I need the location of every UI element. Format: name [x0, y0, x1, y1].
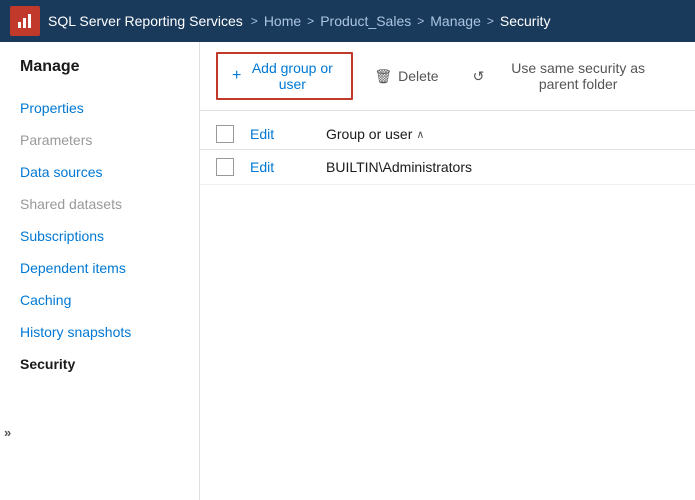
add-group-button[interactable]: + Add group or user [216, 52, 353, 100]
sidebar-item-properties[interactable]: Properties [0, 92, 199, 124]
toolbar: + Add group or user 🗑 Delete ↺ Use same … [200, 42, 695, 111]
group-col-label: Group or user [326, 126, 412, 142]
row-checkbox-0[interactable] [216, 158, 234, 176]
sidebar-item-shared-datasets: Shared datasets [0, 188, 199, 220]
add-group-label: Add group or user [247, 60, 337, 92]
sidebar-item-caching[interactable]: Caching [0, 284, 199, 316]
app-name: SQL Server Reporting Services [48, 13, 243, 29]
sidebar-item-dependent-items[interactable]: Dependent items [0, 252, 199, 284]
breadcrumb-home[interactable]: Home [264, 13, 301, 29]
breadcrumb-sep-3: > [487, 14, 494, 28]
row-user-0: BUILTIN\Administrators [326, 159, 472, 175]
row-edit-link-0[interactable]: Edit [250, 159, 310, 175]
breadcrumb-security: Security [500, 13, 551, 29]
sidebar-expand-icon[interactable]: » [4, 425, 11, 440]
edit-column-header: Edit [250, 126, 310, 142]
plus-icon: + [232, 67, 241, 85]
sidebar-item-security[interactable]: Security [0, 348, 199, 380]
breadcrumb-product-sales[interactable]: Product_Sales [320, 13, 411, 29]
breadcrumb-manage[interactable]: Manage [430, 13, 481, 29]
breadcrumb-sep-0: > [251, 14, 258, 28]
sidebar: Manage Properties Parameters Data source… [0, 42, 200, 500]
sidebar-title: Manage [0, 58, 199, 92]
breadcrumb: > Home > Product_Sales > Manage > Securi… [251, 13, 551, 29]
delete-label: Delete [398, 68, 438, 84]
sidebar-item-data-sources[interactable]: Data sources [0, 156, 199, 188]
refresh-icon: ↺ [473, 68, 485, 85]
breadcrumb-sep-2: > [417, 14, 424, 28]
header-checkbox[interactable] [216, 125, 234, 143]
table-row: Edit BUILTIN\Administrators [200, 150, 695, 185]
sidebar-item-history-snapshots[interactable]: History snapshots [0, 316, 199, 348]
main-layout: Manage Properties Parameters Data source… [0, 42, 695, 500]
table-header: Edit Group or user ∧ [200, 119, 695, 150]
sidebar-item-parameters: Parameters [0, 124, 199, 156]
group-column-header: Group or user ∧ [326, 126, 424, 142]
use-same-security-button[interactable]: ↺ Use same security as parent folder [460, 53, 679, 99]
content-area: + Add group or user 🗑 Delete ↺ Use same … [200, 42, 695, 500]
navbar: SQL Server Reporting Services > Home > P… [0, 0, 695, 42]
sort-arrow-icon[interactable]: ∧ [416, 128, 424, 141]
delete-button[interactable]: 🗑 Delete [361, 61, 451, 92]
app-logo [10, 6, 40, 36]
security-table: Edit Group or user ∧ Edit BUILTIN\Admini… [200, 111, 695, 193]
breadcrumb-sep-1: > [307, 14, 314, 28]
use-same-label: Use same security as parent folder [490, 60, 666, 92]
trash-icon: 🗑 [374, 68, 392, 85]
sidebar-item-subscriptions[interactable]: Subscriptions [0, 220, 199, 252]
